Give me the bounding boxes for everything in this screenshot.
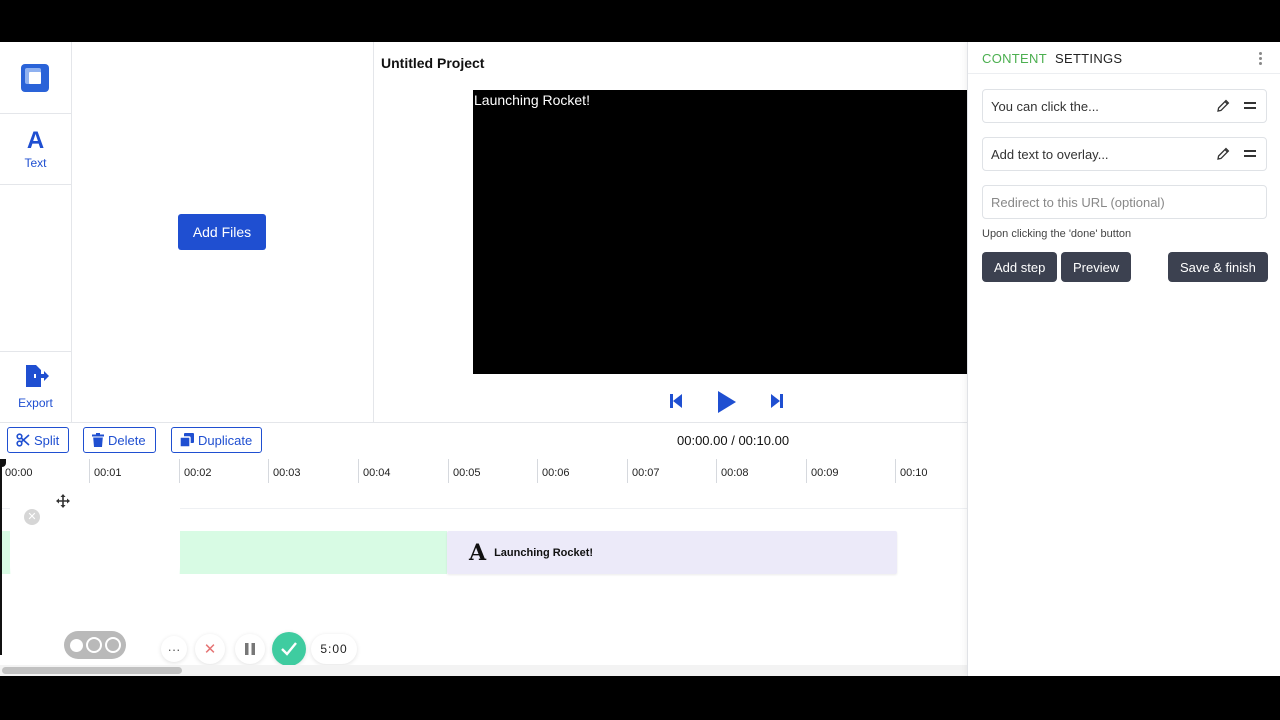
trash-icon xyxy=(92,433,104,447)
export-icon xyxy=(0,364,71,394)
rail-item-export-label: Export xyxy=(18,396,53,410)
ruler-tick-label: 00:03 xyxy=(273,467,301,479)
timeline-ruler[interactable]: 00:00 00:01 00:02 00:03 00:04 00:05 00:0… xyxy=(0,459,967,483)
drag-handle-icon[interactable] xyxy=(1244,150,1256,160)
logo-icon xyxy=(21,64,49,92)
left-rail: A Text Export xyxy=(0,42,72,422)
overlay-text-placeholder: Add text to overlay... xyxy=(991,147,1109,162)
ruler-tick-label: 00:06 xyxy=(542,467,570,479)
pause-recording-button[interactable] xyxy=(235,634,265,664)
toggle-ring xyxy=(86,637,102,653)
panel-tabs: CONTENT SETTINGS xyxy=(968,42,1280,74)
text-icon: A xyxy=(26,127,45,154)
video-editor-app: A Text Export Add Files Untitled Project… xyxy=(0,42,1280,676)
ruler-tick xyxy=(358,459,359,483)
project-title[interactable]: Untitled Project xyxy=(381,55,484,71)
ruler-tick-label: 00:09 xyxy=(811,467,839,479)
split-button[interactable]: Split xyxy=(7,427,70,453)
ruler-tick-label: 00:01 xyxy=(94,467,122,479)
recording-timer: 5:00 xyxy=(311,634,357,664)
ruler-tick-label: 00:08 xyxy=(721,467,749,479)
overlay-text-field[interactable]: Add text to overlay... xyxy=(982,137,1267,171)
redirect-url-field[interactable]: Redirect to this URL (optional) xyxy=(982,185,1267,219)
duplicate-label: Duplicate xyxy=(198,432,253,448)
cancel-recording-button[interactable]: ✕ xyxy=(195,634,225,664)
delete-button[interactable]: Delete xyxy=(83,427,156,453)
close-icon[interactable]: ✕ xyxy=(24,509,40,525)
camera-toggle[interactable] xyxy=(64,631,126,659)
playhead[interactable] xyxy=(0,459,2,655)
video-preview[interactable]: Launching Rocket! xyxy=(473,90,967,374)
toggle-ring xyxy=(105,637,121,653)
ruler-tick xyxy=(627,459,628,483)
redirect-url-placeholder: Redirect to this URL (optional) xyxy=(991,195,1165,210)
duplicate-button[interactable]: Duplicate xyxy=(171,427,263,453)
ruler-tick xyxy=(179,459,180,483)
toggle-dot xyxy=(70,638,83,652)
tab-content[interactable]: CONTENT xyxy=(982,51,1047,66)
ruler-tick xyxy=(268,459,269,483)
ruler-tick xyxy=(806,459,807,483)
media-panel: Add Files xyxy=(72,42,374,422)
ruler-tick-label: 00:05 xyxy=(453,467,481,479)
timecode: 00:00.00 / 00:10.00 xyxy=(677,433,790,448)
text-clip[interactable]: A Launching Rocket! xyxy=(447,531,897,574)
text-clip-label: Launching Rocket! xyxy=(494,546,594,559)
rail-divider xyxy=(0,113,71,114)
ruler-tick-label: 00:02 xyxy=(184,467,212,479)
pause-icon xyxy=(245,643,255,655)
timeline-scrollbar-thumb[interactable] xyxy=(2,667,182,674)
play-icon[interactable] xyxy=(714,390,738,413)
scissors-icon xyxy=(16,433,30,447)
ruler-tick xyxy=(537,459,538,483)
rail-item-text[interactable]: A Text xyxy=(0,127,71,171)
step-settings-panel: CONTENT SETTINGS You can click the... Ad… xyxy=(967,42,1280,676)
add-files-button[interactable]: Add Files xyxy=(178,214,266,250)
pencil-icon[interactable] xyxy=(1216,99,1230,113)
add-step-button[interactable]: Add step xyxy=(982,252,1058,282)
save-finish-button[interactable]: Save & finish xyxy=(1168,252,1268,282)
pencil-icon[interactable] xyxy=(1216,147,1230,161)
step-text-field[interactable]: You can click the... xyxy=(982,89,1267,123)
rail-divider xyxy=(0,184,71,185)
video-overlay-text: Launching Rocket! xyxy=(474,92,590,108)
ruler-tick xyxy=(89,459,90,483)
skip-forward-icon[interactable] xyxy=(769,390,789,412)
rail-divider xyxy=(0,351,71,352)
ruler-tick-label: 00:00 xyxy=(5,467,33,479)
duplicate-icon xyxy=(180,433,194,447)
tab-settings[interactable]: SETTINGS xyxy=(1055,51,1122,66)
delete-label: Delete xyxy=(108,432,146,448)
skip-back-icon[interactable] xyxy=(668,390,688,412)
ruler-tick-label: 00:07 xyxy=(632,467,660,479)
preview-button[interactable]: Preview xyxy=(1061,252,1132,282)
kebab-menu-icon[interactable] xyxy=(1259,52,1263,66)
move-icon[interactable] xyxy=(56,494,70,508)
more-options-button[interactable]: ··· xyxy=(161,636,187,662)
text-icon: A xyxy=(469,539,487,566)
drag-handle-icon[interactable] xyxy=(1244,102,1256,112)
step-text-value: You can click the... xyxy=(991,99,1099,114)
timeline-divider xyxy=(0,422,967,423)
ruler-tick-label: 00:10 xyxy=(900,467,928,479)
ruler-tick-label: 00:04 xyxy=(363,467,391,479)
finish-recording-button[interactable] xyxy=(272,632,306,666)
split-label: Split xyxy=(34,432,60,448)
ruler-tick xyxy=(716,459,717,483)
rail-item-export[interactable]: Export xyxy=(0,364,71,410)
rail-item-text-label: Text xyxy=(24,156,47,170)
check-icon xyxy=(281,642,297,656)
ruler-tick xyxy=(895,459,896,483)
ruler-tick xyxy=(448,459,449,483)
redirect-url-hint: Upon clicking the 'done' button xyxy=(982,228,1132,240)
